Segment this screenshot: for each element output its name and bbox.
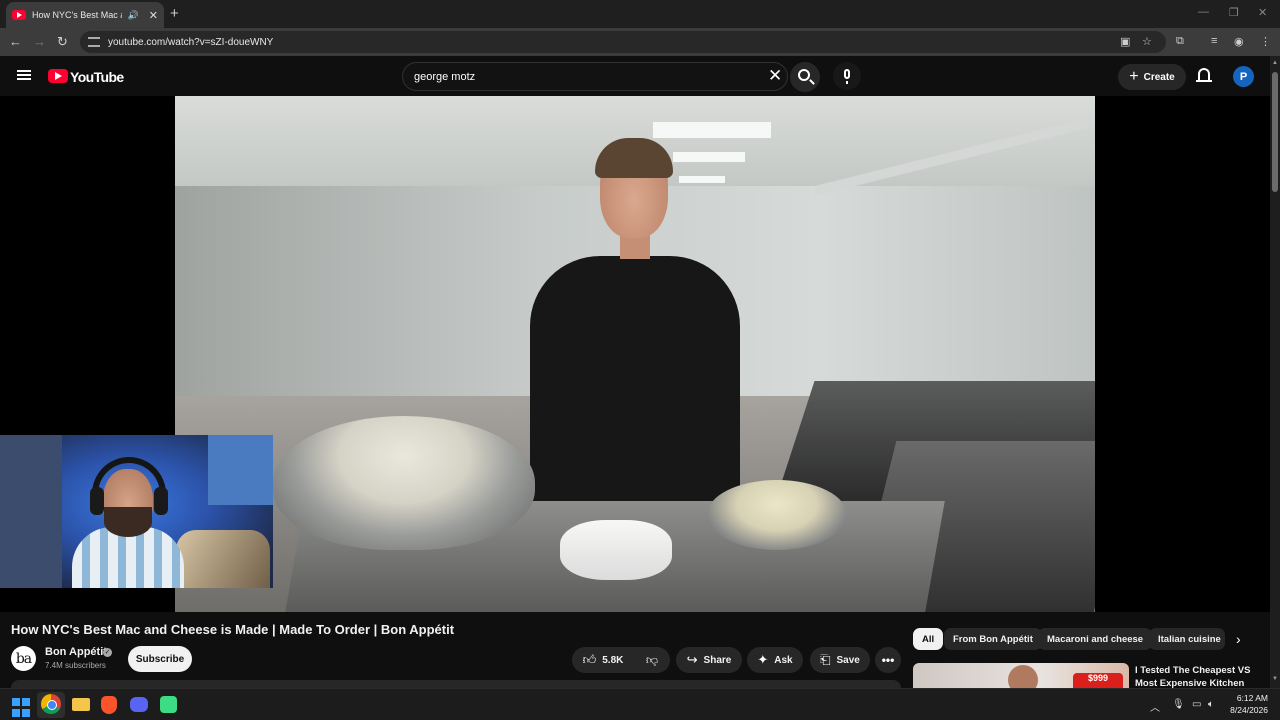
scroll-up-icon[interactable]: ▲ <box>1272 60 1278 66</box>
search-button[interactable] <box>790 62 820 92</box>
verified-badge-icon: ✓ <box>103 648 112 657</box>
account-avatar[interactable]: P <box>1233 66 1254 87</box>
share-button[interactable]: ↪ Share <box>676 647 742 673</box>
plus-icon: + <box>1129 68 1139 85</box>
voice-search-button[interactable] <box>833 62 861 90</box>
save-button[interactable]: ⎗ Save <box>810 647 870 673</box>
subscriber-count: 7.4M subscribers <box>45 661 106 670</box>
bookmark-icon: ⎗ <box>820 652 831 667</box>
file-explorer-icon[interactable] <box>72 698 90 711</box>
extensions-icon[interactable]: ⧉ <box>1176 35 1184 48</box>
address-bar[interactable]: youtube.com/watch?v=sZI-doueWNY <box>80 31 1166 53</box>
create-button[interactable]: + Create <box>1118 64 1186 90</box>
mixing-bowl <box>273 416 535 550</box>
site-info-icon[interactable] <box>88 37 100 47</box>
share-label: Share <box>703 654 732 666</box>
windows-start-icon[interactable] <box>12 698 32 718</box>
forward-icon[interactable]: → <box>33 34 46 49</box>
create-label: Create <box>1143 71 1175 83</box>
ask-button[interactable]: ✦ Ask <box>747 647 803 673</box>
chrome-icon[interactable] <box>41 694 61 714</box>
minimize-icon[interactable]: — <box>1198 6 1209 18</box>
video-title: How NYC's Best Mac and Cheese is Made | … <box>11 622 455 637</box>
video-frame[interactable] <box>175 96 1095 612</box>
media-control-icon[interactable]: ≡ <box>1211 35 1217 47</box>
browser-tab[interactable]: How NYC's Best Mac and C 🔊 ✕ <box>6 2 164 28</box>
clock-date[interactable]: 8/24/2026 <box>1222 705 1268 715</box>
chef-figure <box>530 256 740 506</box>
webcam-overlay <box>0 435 273 588</box>
scrollbar-thumb[interactable] <box>1272 72 1278 192</box>
cheese-bowl <box>707 480 847 550</box>
search-icon <box>798 69 810 81</box>
reload-icon[interactable]: ↻ <box>57 34 68 50</box>
microphone-icon <box>844 69 850 79</box>
discord-icon[interactable] <box>130 697 148 712</box>
dislike-button[interactable]: 👎︎ <box>634 647 670 673</box>
search-query: george motz <box>414 70 476 83</box>
profile-icon[interactable]: ◉ <box>1234 35 1244 48</box>
youtube-favicon-icon <box>12 10 26 20</box>
channel-name[interactable]: Bon Appétit <box>45 646 107 658</box>
browser-menu-icon[interactable]: ⋮ <box>1260 35 1271 48</box>
sparkle-icon: ✦ <box>757 652 769 667</box>
page-scrollbar[interactable]: ▲ ▼ <box>1270 56 1280 688</box>
app-icon[interactable] <box>160 696 177 713</box>
channel-avatar[interactable]: ba <box>11 646 36 671</box>
baking-dish <box>560 520 672 580</box>
chip-italian-cuisine[interactable]: Italian cuisine <box>1149 628 1225 650</box>
chip-macaroni-and-cheese[interactable]: Macaroni and cheese <box>1038 628 1153 650</box>
chip-from-bon-appetit[interactable]: From Bon Appétit <box>944 628 1042 650</box>
notifications-bell-icon[interactable] <box>1196 68 1212 82</box>
close-window-icon[interactable]: ✕ <box>1258 6 1267 19</box>
recommended-title[interactable]: I Tested The Cheapest VS Most Expensive … <box>1135 664 1265 690</box>
description-box[interactable] <box>11 680 901 688</box>
network-icon[interactable]: ▭ <box>1192 699 1201 710</box>
brave-browser-icon[interactable] <box>101 696 117 714</box>
restore-icon[interactable]: ❐ <box>1229 6 1239 19</box>
clock-time[interactable]: 6:12 AM <box>1236 693 1268 703</box>
youtube-header: YouTube george motz ✕ + Create P <box>0 56 1270 96</box>
more-actions-button[interactable]: ••• <box>875 647 901 673</box>
close-tab-icon[interactable]: ✕ <box>149 9 158 22</box>
scroll-down-icon[interactable]: ▼ <box>1272 676 1278 682</box>
tab-title: How NYC's Best Mac and C <box>32 10 122 20</box>
like-button[interactable]: 👍︎ 5.8K <box>572 647 634 673</box>
recommended-thumbnail[interactable]: $999 <box>913 663 1129 688</box>
speaker-icon[interactable]: 🔊 <box>128 10 139 21</box>
ask-label: Ask <box>774 654 793 666</box>
hamburger-menu-icon[interactable] <box>17 70 31 80</box>
youtube-logo-icon[interactable] <box>48 69 68 83</box>
thumbs-down-icon: 👎︎ <box>645 652 659 667</box>
bookmark-star-icon[interactable]: ☆ <box>1142 35 1152 48</box>
new-tab-button[interactable]: + <box>170 5 179 22</box>
tray-overflow-icon[interactable]: ︿ <box>1150 699 1160 714</box>
youtube-logo-text[interactable]: YouTube <box>70 69 124 85</box>
volume-icon[interactable]: 🔈︎ <box>1208 699 1214 710</box>
windows-taskbar: ︿ 🎙︎ ▭ 🔈︎ <box>0 688 1280 720</box>
like-count: 5.8K <box>602 654 624 666</box>
chevron-right-icon[interactable]: › <box>1236 631 1241 647</box>
browser-tab-strip: How NYC's Best Mac and C 🔊 ✕ + — ❐ ✕ <box>0 0 1280 28</box>
browser-toolbar: ← → ↻ youtube.com/watch?v=sZI-doueWNY ▣ … <box>0 28 1280 56</box>
url-text: youtube.com/watch?v=sZI-doueWNY <box>108 36 274 48</box>
share-arrow-icon: ↪ <box>686 652 698 667</box>
clear-search-icon[interactable]: ✕ <box>768 66 782 86</box>
subscribe-button[interactable]: Subscribe <box>128 646 192 672</box>
back-icon[interactable]: ← <box>9 34 22 49</box>
search-input[interactable]: george motz <box>402 62 788 91</box>
thumbnail-price-badge: $999 <box>1073 673 1123 688</box>
save-label: Save <box>836 654 860 666</box>
cast-icon[interactable]: ▣ <box>1120 35 1130 48</box>
thumbs-up-icon: 👍︎ <box>582 652 597 667</box>
chip-all[interactable]: All <box>913 628 944 650</box>
microphone-tray-icon[interactable]: 🎙︎ <box>1172 699 1185 710</box>
